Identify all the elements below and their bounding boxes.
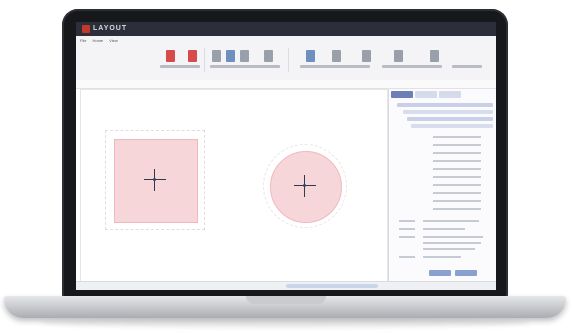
panel-tabs — [391, 91, 461, 98]
tree-row[interactable] — [407, 117, 493, 121]
ribbon-separator — [288, 48, 289, 72]
ribbon-separator — [204, 48, 205, 72]
ribbon-tool-6[interactable] — [264, 50, 273, 62]
property-value[interactable] — [423, 248, 475, 250]
laptop-notch — [246, 296, 326, 304]
tab-home[interactable]: Home — [92, 38, 103, 46]
tab-view[interactable]: View — [109, 38, 118, 46]
property-label — [399, 228, 415, 230]
tree-item[interactable] — [433, 184, 481, 186]
square-center-dot — [153, 178, 156, 181]
property-label — [399, 220, 415, 222]
ribbon-tool-7[interactable] — [306, 50, 315, 62]
ribbon-tool-4[interactable] — [226, 50, 235, 62]
square-shape[interactable] — [114, 139, 198, 223]
ribbon-tabs: File Home View — [80, 38, 118, 46]
property-value[interactable] — [423, 236, 483, 238]
ribbon-group-label — [452, 65, 482, 68]
drawing-canvas[interactable] — [80, 89, 388, 283]
property-value[interactable] — [423, 228, 465, 230]
circle-center-dot — [303, 184, 306, 187]
tree-item[interactable] — [433, 192, 481, 194]
panel-tab-2[interactable] — [415, 91, 437, 98]
properties-panel — [388, 89, 496, 281]
tree-item[interactable] — [433, 168, 481, 170]
square-selection-box — [105, 130, 205, 230]
ribbon-group-label — [210, 65, 280, 68]
ribbon-tool-10[interactable] — [394, 50, 403, 62]
ribbon-group-label — [300, 65, 370, 68]
property-value[interactable] — [423, 242, 481, 244]
title-bar: LAYOUT — [76, 22, 496, 36]
ribbon-tool-9[interactable] — [362, 50, 371, 62]
property-label — [399, 256, 415, 258]
circle-selection-box — [263, 144, 347, 228]
property-value[interactable] — [423, 256, 461, 258]
circle-shape[interactable] — [270, 151, 342, 223]
ribbon-tool-8[interactable] — [332, 50, 341, 62]
property-label — [399, 236, 415, 238]
panel-tab-3[interactable] — [439, 91, 461, 98]
ribbon-tool-1[interactable] — [166, 50, 175, 62]
command-bar — [76, 80, 496, 89]
app-title: LAYOUT — [93, 25, 128, 32]
app-logo-icon — [82, 25, 90, 33]
laptop-frame: LAYOUT File Home View — [0, 0, 572, 333]
laptop-shadow — [40, 318, 530, 328]
tree-item[interactable] — [433, 152, 481, 154]
tree-item[interactable] — [433, 200, 481, 202]
panel-button-2[interactable] — [455, 270, 477, 276]
ribbon-tool-5[interactable] — [240, 50, 249, 62]
panel-tab-1[interactable] — [391, 91, 413, 98]
tree-row[interactable] — [397, 103, 493, 107]
ribbon-group-label — [382, 65, 442, 68]
status-bar — [76, 281, 496, 290]
ribbon-tool-11[interactable] — [430, 50, 439, 62]
tree-item[interactable] — [433, 160, 481, 162]
status-progress — [286, 284, 378, 288]
ribbon-tool-2[interactable] — [188, 50, 197, 62]
panel-button-1[interactable] — [429, 270, 451, 276]
ribbon-group-label — [160, 65, 200, 68]
tree-row[interactable] — [403, 110, 493, 114]
tree-item[interactable] — [433, 208, 481, 210]
ribbon-toolbar: File Home View — [76, 36, 496, 81]
tab-file[interactable]: File — [80, 38, 86, 46]
app-window: LAYOUT File Home View — [76, 22, 496, 290]
tree-item[interactable] — [433, 136, 481, 138]
tree-item[interactable] — [433, 144, 481, 146]
ribbon-tool-3[interactable] — [212, 50, 221, 62]
tree-row[interactable] — [411, 124, 493, 128]
tree-item[interactable] — [433, 176, 481, 178]
property-value[interactable] — [423, 220, 479, 222]
